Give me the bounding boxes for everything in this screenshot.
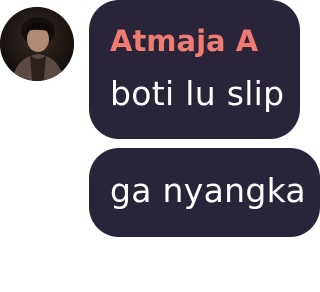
message-text: boti lu slip — [110, 74, 285, 113]
message-text: ga nyangka — [110, 171, 306, 210]
message-bubble[interactable]: Atmaja A boti lu slip — [89, 0, 300, 139]
avatar[interactable] — [0, 7, 74, 81]
message-bubble[interactable]: ga nyangka — [89, 148, 320, 237]
sender-name: Atmaja A — [110, 24, 259, 58]
user-avatar-icon — [0, 7, 74, 81]
